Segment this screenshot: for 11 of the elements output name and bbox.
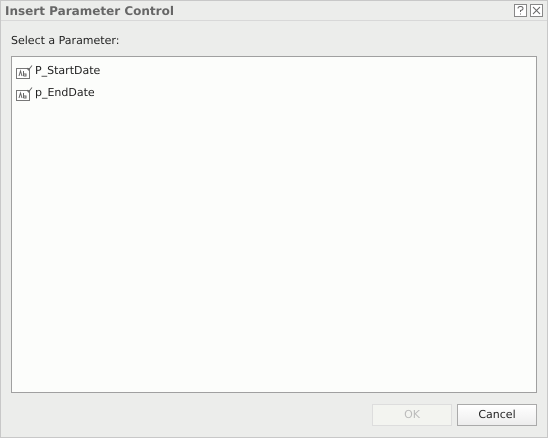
cancel-button[interactable]: Cancel [457, 404, 537, 426]
help-button[interactable] [514, 4, 527, 17]
parameter-item[interactable]: p_EndDate [16, 84, 97, 102]
parameter-item[interactable]: P_StartDate [16, 62, 102, 80]
window-title: Insert Parameter Control [5, 2, 175, 20]
text-parameter-icon [16, 64, 33, 78]
close-icon [532, 6, 541, 15]
prompt-label: Select a Parameter: [11, 33, 120, 49]
text-parameter-icon [16, 86, 33, 100]
close-button[interactable] [530, 4, 543, 17]
help-icon [517, 6, 524, 15]
